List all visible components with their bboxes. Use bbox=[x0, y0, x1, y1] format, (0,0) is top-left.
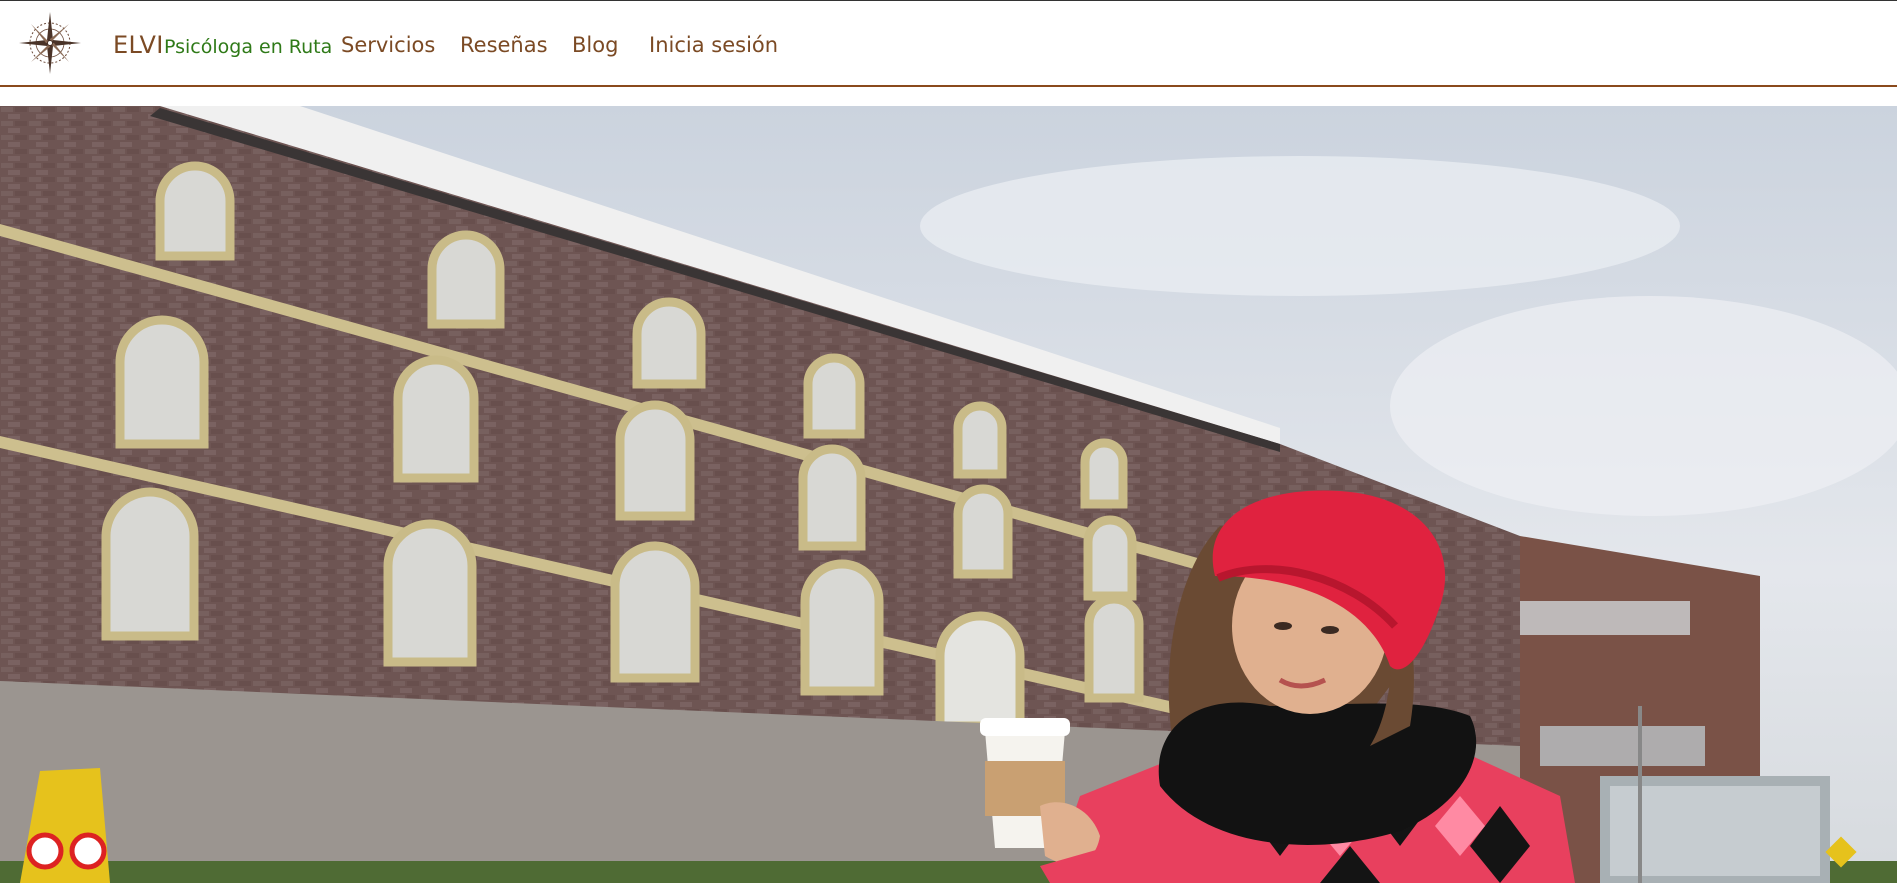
compass-rose-icon[interactable] bbox=[17, 10, 83, 76]
nav-item-resenas[interactable]: Reseñas bbox=[460, 33, 548, 57]
nav-item-servicios[interactable]: Servicios bbox=[341, 33, 435, 57]
nav-item-blog[interactable]: Blog bbox=[572, 33, 618, 57]
site-header: ELVI Psicóloga en Ruta Servicios Reseñas… bbox=[0, 1, 1897, 87]
nav-item-inicia-sesion[interactable]: Inicia sesión bbox=[649, 33, 778, 57]
brand-name[interactable]: ELVI bbox=[113, 31, 164, 59]
brand-tagline[interactable]: Psicóloga en Ruta bbox=[164, 36, 332, 58]
hero-image bbox=[0, 106, 1897, 883]
